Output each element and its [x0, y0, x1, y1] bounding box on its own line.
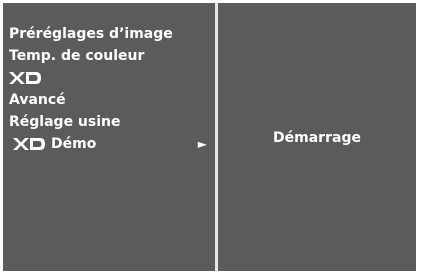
submenu-item-start[interactable]: Démarrage: [218, 130, 416, 146]
menu-item-factory-reset[interactable]: Réglage usine: [3, 111, 215, 133]
menu-item-advanced[interactable]: Avancé: [3, 89, 215, 111]
menu-item-xd-demo[interactable]: Démo ►: [3, 133, 215, 155]
menu-item-label: Démo: [51, 136, 97, 152]
menu-item-xd[interactable]: [3, 67, 215, 89]
menu-item-label: Temp. de couleur: [9, 48, 145, 64]
menu-item-preset[interactable]: Préréglages d’image: [3, 23, 215, 45]
xd-logo-icon: [13, 133, 45, 155]
arrow-right-icon: ►: [197, 137, 207, 151]
menu-item-label: Préréglages d’image: [9, 26, 173, 42]
submenu-panel: Démarrage: [218, 3, 416, 271]
menu-item-label: Avancé: [9, 92, 66, 108]
menu-item-color-temp[interactable]: Temp. de couleur: [3, 45, 215, 67]
osd-menu: Préréglages d’image Temp. de couleur Ava…: [3, 3, 416, 271]
menu-item-label: Réglage usine: [9, 114, 121, 130]
picture-menu-panel: Préréglages d’image Temp. de couleur Ava…: [3, 3, 215, 271]
xd-logo-icon: [9, 67, 41, 89]
